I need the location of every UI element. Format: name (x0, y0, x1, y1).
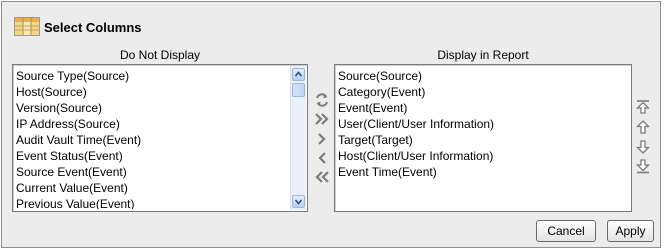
list-item[interactable]: Source Type(Source) (16, 68, 287, 84)
cancel-button[interactable]: Cancel (536, 220, 596, 242)
do-not-display-listbox[interactable]: Source Type(Source) Host(Source) Version… (12, 64, 308, 212)
select-columns-dialog: Select Columns Do Not Display Display in… (1, 1, 661, 248)
do-not-display-label: Do Not Display (119, 48, 201, 62)
list-item[interactable]: Source(Source) (338, 68, 627, 84)
vertical-scrollbar[interactable] (290, 66, 306, 210)
list-item[interactable]: Host(Source) (16, 84, 287, 100)
move-bottom-icon[interactable] (634, 158, 652, 174)
scroll-up-icon[interactable] (292, 68, 305, 81)
list-item[interactable]: Event(Event) (338, 100, 627, 116)
double-chevron-left-icon[interactable] (313, 169, 331, 185)
list-item[interactable]: Target(Target) (338, 132, 627, 148)
list-item[interactable]: User(Client/User Information) (338, 116, 627, 132)
dialog-title: Select Columns (44, 19, 142, 35)
move-up-icon[interactable] (634, 119, 652, 135)
list-item[interactable]: Source Event(Event) (16, 164, 287, 180)
scroll-down-icon[interactable] (292, 195, 305, 208)
scrollbar-thumb[interactable] (292, 83, 305, 97)
dialog-header: Select Columns (14, 17, 142, 37)
double-chevron-right-icon[interactable] (313, 111, 331, 127)
display-in-report-label: Display in Report (437, 48, 529, 62)
chevron-left-icon[interactable] (313, 150, 331, 166)
list-item[interactable]: Version(Source) (16, 100, 287, 116)
list-item[interactable]: Event Time(Event) (338, 164, 627, 180)
apply-button[interactable]: Apply (607, 220, 654, 242)
list-item[interactable]: Previous Value(Event) (16, 196, 287, 209)
table-columns-icon (14, 17, 40, 36)
move-top-icon[interactable] (634, 99, 652, 115)
display-in-report-listbox[interactable]: Source(Source) Category(Event) Event(Eve… (334, 64, 632, 212)
list-item[interactable]: IP Address(Source) (16, 116, 287, 132)
list-item[interactable]: Host(Client/User Information) (338, 148, 627, 164)
list-item[interactable]: Category(Event) (338, 84, 627, 100)
list-item[interactable]: Audit Vault Time(Event) (16, 132, 287, 148)
list-item[interactable]: Event Status(Event) (16, 148, 287, 164)
list-item[interactable]: Current Value(Event) (16, 180, 287, 196)
swap-icon[interactable] (313, 92, 331, 108)
move-down-icon[interactable] (634, 139, 652, 155)
chevron-right-icon[interactable] (313, 131, 331, 147)
